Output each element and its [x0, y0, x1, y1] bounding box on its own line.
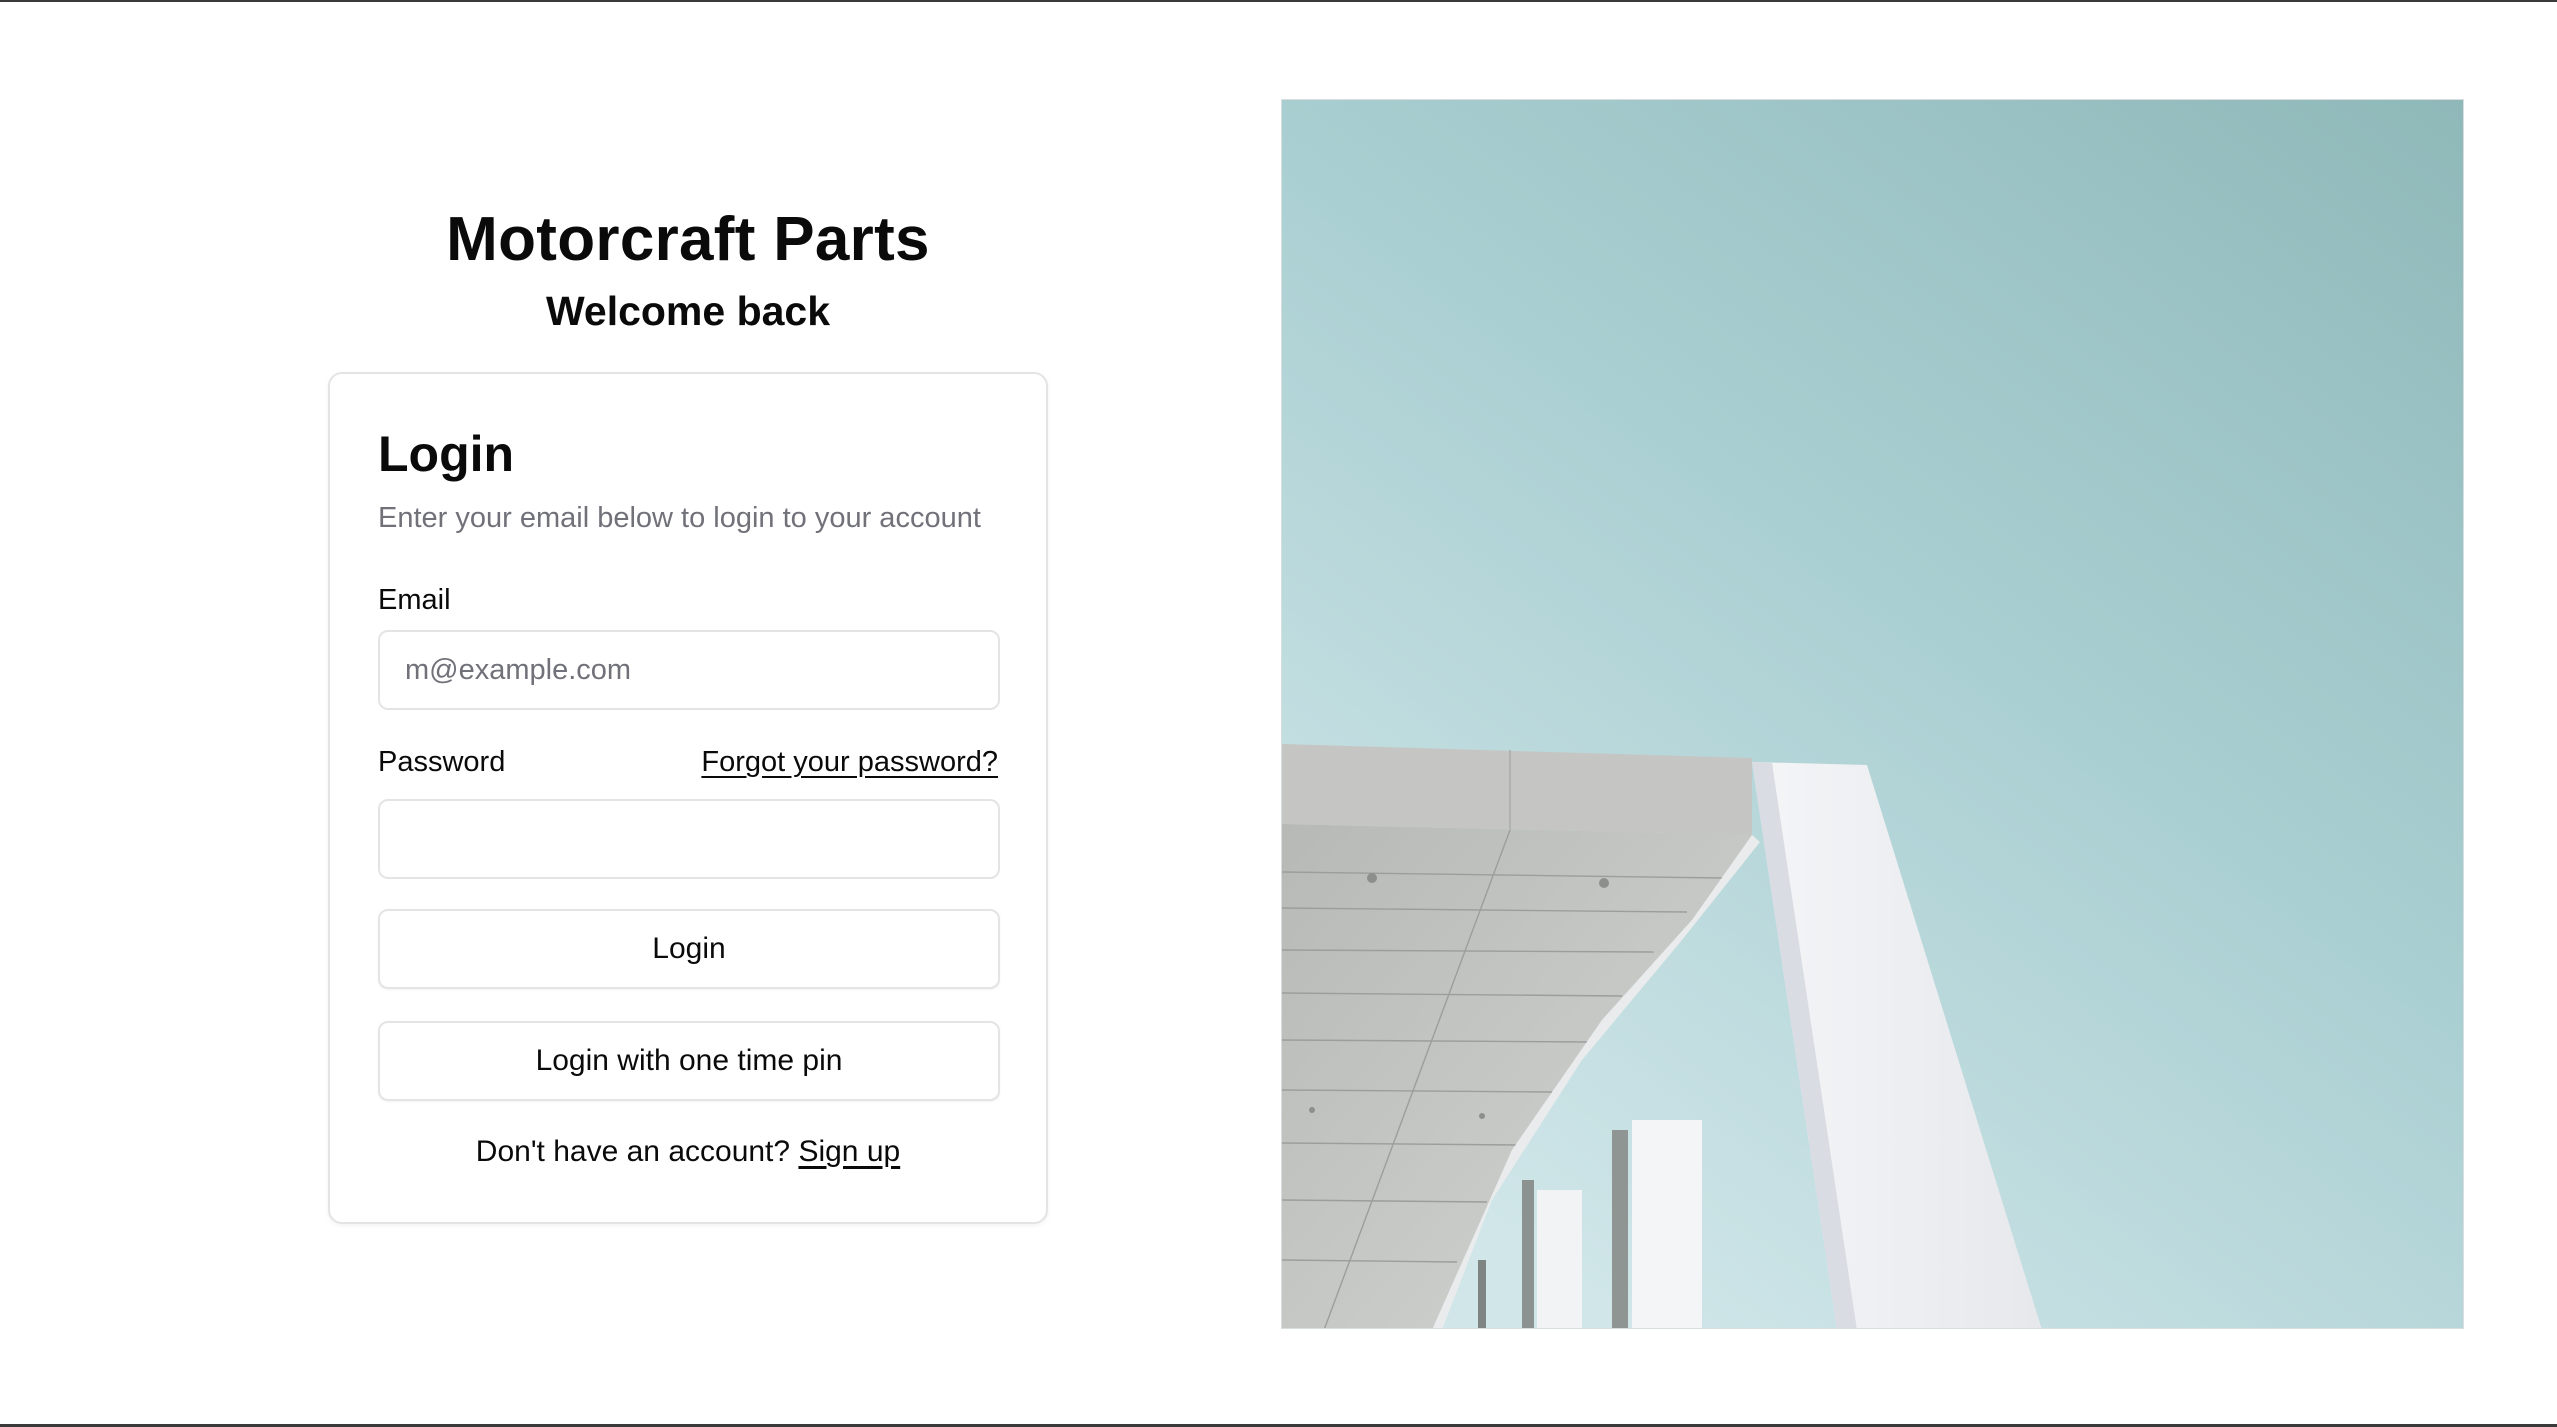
brand-title: Motorcraft Parts — [446, 205, 930, 274]
password-field[interactable] — [378, 799, 1000, 879]
signup-prompt: Don't have an account? — [475, 1135, 791, 1168]
login-card-description: Enter your email below to login to your … — [378, 502, 981, 534]
login-card: Login Enter your email below to login to… — [328, 372, 1048, 1224]
email-label: Email — [378, 584, 451, 616]
architecture-photo — [1282, 100, 2463, 1328]
login-column: Motorcraft Parts Welcome back Login Ente… — [0, 0, 1376, 1427]
password-label: Password — [378, 746, 506, 778]
email-field[interactable] — [378, 630, 1000, 710]
forgot-password-link[interactable]: Forgot your password? — [701, 743, 998, 781]
signup-row: Don't have an account? Sign up — [330, 1132, 1046, 1172]
welcome-subtitle: Welcome back — [545, 288, 831, 334]
signup-link[interactable]: Sign up — [798, 1135, 900, 1168]
login-with-otp-button[interactable]: Login with one time pin — [378, 1021, 1000, 1101]
hero-image — [1281, 99, 2464, 1329]
login-card-title: Login — [378, 426, 515, 482]
login-button[interactable]: Login — [378, 909, 1000, 989]
